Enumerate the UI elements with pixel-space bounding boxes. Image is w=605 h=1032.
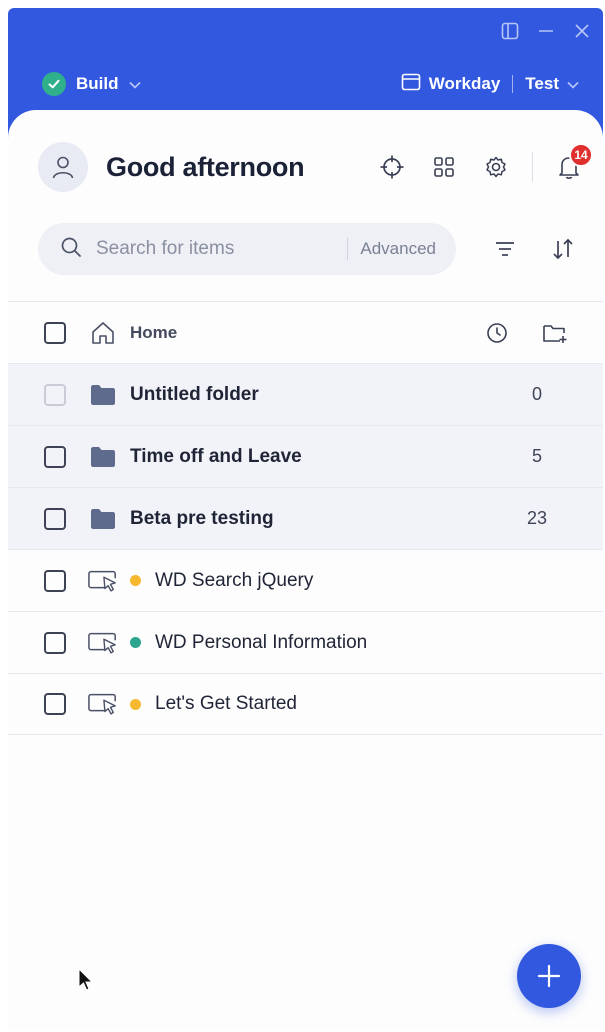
app-window: Build Workday Test Good afternoon 14 Sea… xyxy=(8,8,603,1030)
grid-icon[interactable] xyxy=(428,151,460,183)
stage-selector[interactable]: Test xyxy=(525,74,579,94)
divider xyxy=(532,152,533,182)
new-folder-icon[interactable] xyxy=(539,317,571,349)
search-actions xyxy=(489,233,579,265)
gear-icon[interactable] xyxy=(480,151,512,183)
walkthrough-icon xyxy=(88,566,118,596)
row-checkbox[interactable] xyxy=(44,383,66,406)
folder-icon xyxy=(88,442,118,472)
item-count: 23 xyxy=(526,508,548,528)
row-checkbox[interactable] xyxy=(44,693,66,715)
home-icon xyxy=(88,318,118,348)
bell-icon[interactable]: 14 xyxy=(553,143,593,183)
item-name: Let's Get Started xyxy=(155,693,297,714)
folder-row[interactable]: Time off and Leave 5 xyxy=(8,425,603,487)
mode-label: Build xyxy=(76,74,119,93)
close-icon[interactable] xyxy=(573,22,591,40)
folder-row[interactable]: Untitled folder 0 xyxy=(8,363,603,425)
environment-selector: Workday Test xyxy=(401,73,579,96)
stage-name: Test xyxy=(525,74,559,93)
status-dot xyxy=(130,637,141,648)
row-checkbox[interactable] xyxy=(44,445,66,468)
folder-name: Beta pre testing xyxy=(130,507,274,529)
search-input[interactable] xyxy=(96,238,348,260)
check-circle-icon xyxy=(42,72,66,96)
divider xyxy=(347,238,349,260)
status-dot xyxy=(130,698,141,710)
sort-icon[interactable] xyxy=(547,233,579,265)
avatar[interactable] xyxy=(38,142,88,192)
chevron-down-icon xyxy=(567,74,579,94)
minimize-icon[interactable] xyxy=(537,22,555,40)
search-row: Advanced xyxy=(38,222,585,276)
folder-icon xyxy=(88,380,118,410)
list-item[interactable]: Let's Get Started xyxy=(8,673,603,735)
walkthrough-icon xyxy=(88,628,118,658)
mouse-cursor-icon xyxy=(78,967,94,997)
topbar: Build Workday Test xyxy=(8,64,603,104)
window-controls xyxy=(501,22,591,40)
item-count: 5 xyxy=(531,446,542,466)
folder-icon xyxy=(88,504,118,534)
chevron-down-icon xyxy=(128,74,141,94)
row-checkbox[interactable] xyxy=(44,569,66,592)
item-name: WD Search jQuery xyxy=(155,569,314,591)
mode-selector[interactable]: Build xyxy=(42,72,141,96)
window-icon xyxy=(401,73,421,96)
header: Good afternoon 14 xyxy=(38,140,593,194)
list-item[interactable]: WD Search jQuery xyxy=(8,549,603,611)
notification-badge: 14 xyxy=(569,143,593,167)
header-actions: 14 xyxy=(376,143,593,183)
main-panel: Good afternoon 14 Search for items Advan… xyxy=(8,110,603,1030)
add-item-button[interactable] xyxy=(517,944,581,1008)
item-name: WD Personal Information xyxy=(155,631,368,653)
select-all-checkbox[interactable] xyxy=(44,321,66,344)
advanced-search-button[interactable]: Advanced xyxy=(360,239,436,259)
filter-icon[interactable] xyxy=(489,233,521,265)
plus-icon xyxy=(537,964,561,988)
clock-icon[interactable] xyxy=(481,317,513,349)
breadcrumb-home[interactable]: Home xyxy=(130,323,177,343)
status-dot xyxy=(130,575,141,586)
folder-name: Time off and Leave xyxy=(130,445,302,467)
folder-row[interactable]: Beta pre testing 23 xyxy=(8,487,603,549)
item-list: Home Untitled folder 0 Time off and Leav… xyxy=(8,301,603,735)
list-item[interactable]: WD Personal Information xyxy=(8,611,603,673)
sidebar-toggle-icon[interactable] xyxy=(501,22,519,40)
greeting: Good afternoon xyxy=(106,151,305,182)
app-name: Workday xyxy=(428,74,501,93)
search-bar: Advanced xyxy=(38,223,456,275)
folder-name: Untitled folder xyxy=(130,383,259,405)
home-row[interactable]: Home xyxy=(8,301,603,363)
app-selector[interactable]: Workday xyxy=(401,73,501,96)
item-count: 0 xyxy=(531,384,542,404)
search-icon xyxy=(60,236,82,263)
divider xyxy=(512,75,514,93)
home-actions xyxy=(481,317,571,349)
target-icon[interactable] xyxy=(376,151,408,183)
row-checkbox[interactable] xyxy=(44,631,66,654)
row-checkbox[interactable] xyxy=(44,507,66,530)
walkthrough-icon xyxy=(88,689,118,719)
